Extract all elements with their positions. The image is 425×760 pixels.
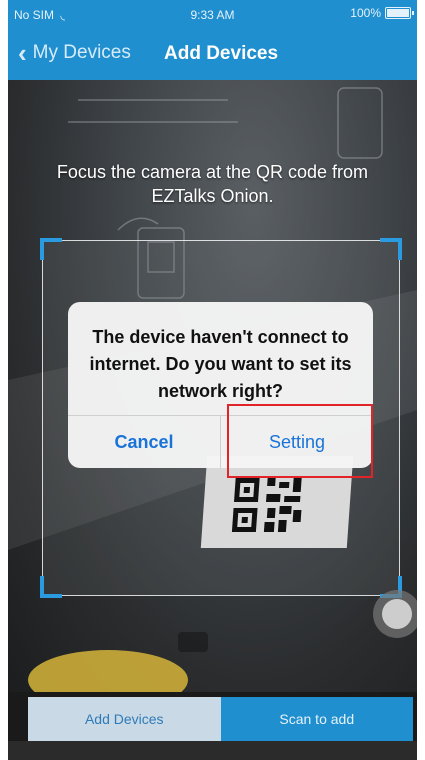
- battery-icon: [385, 7, 414, 19]
- back-label: My Devices: [32, 42, 131, 63]
- tab-add-devices[interactable]: Add Devices: [28, 697, 221, 741]
- tab-scan-to-add[interactable]: Scan to add: [220, 697, 413, 741]
- page-title: Add Devices: [164, 43, 279, 64]
- dialog-message: The device haven't connect to internet. …: [89, 327, 352, 401]
- qr-code-icon: [231, 478, 302, 532]
- dialog-actions: Cancel Setting: [68, 415, 373, 468]
- assistive-touch-button[interactable]: [373, 590, 417, 638]
- phone-screen: No SIM ◟ 9:33 AM 100% ‹ My Devices Add D…: [8, 0, 417, 760]
- bottom-tabs: Add Devices Scan to add: [28, 697, 413, 741]
- scan-instruction: Focus the camera at the QR code from EZT…: [56, 162, 369, 206]
- qr-code-card: [200, 456, 354, 548]
- scan-corner-top-left: [40, 238, 62, 260]
- cancel-button[interactable]: Cancel: [68, 416, 221, 468]
- battery-percent: 100%: [350, 6, 381, 20]
- navigation-bar: ‹ My Devices Add Devices: [8, 30, 417, 80]
- bottom-strip: [8, 741, 417, 760]
- back-button[interactable]: ‹ My Devices: [18, 38, 131, 68]
- battery-status: 100%: [350, 6, 414, 20]
- status-bar: No SIM ◟ 9:33 AM 100%: [8, 0, 417, 30]
- alert-dialog: The device haven't connect to internet. …: [68, 302, 373, 468]
- assistive-touch-icon: [382, 599, 412, 629]
- chevron-left-icon: ‹: [18, 38, 27, 68]
- setting-button[interactable]: Setting: [221, 416, 373, 468]
- scan-corner-top-right: [380, 238, 402, 260]
- scan-corner-bottom-left: [40, 576, 62, 598]
